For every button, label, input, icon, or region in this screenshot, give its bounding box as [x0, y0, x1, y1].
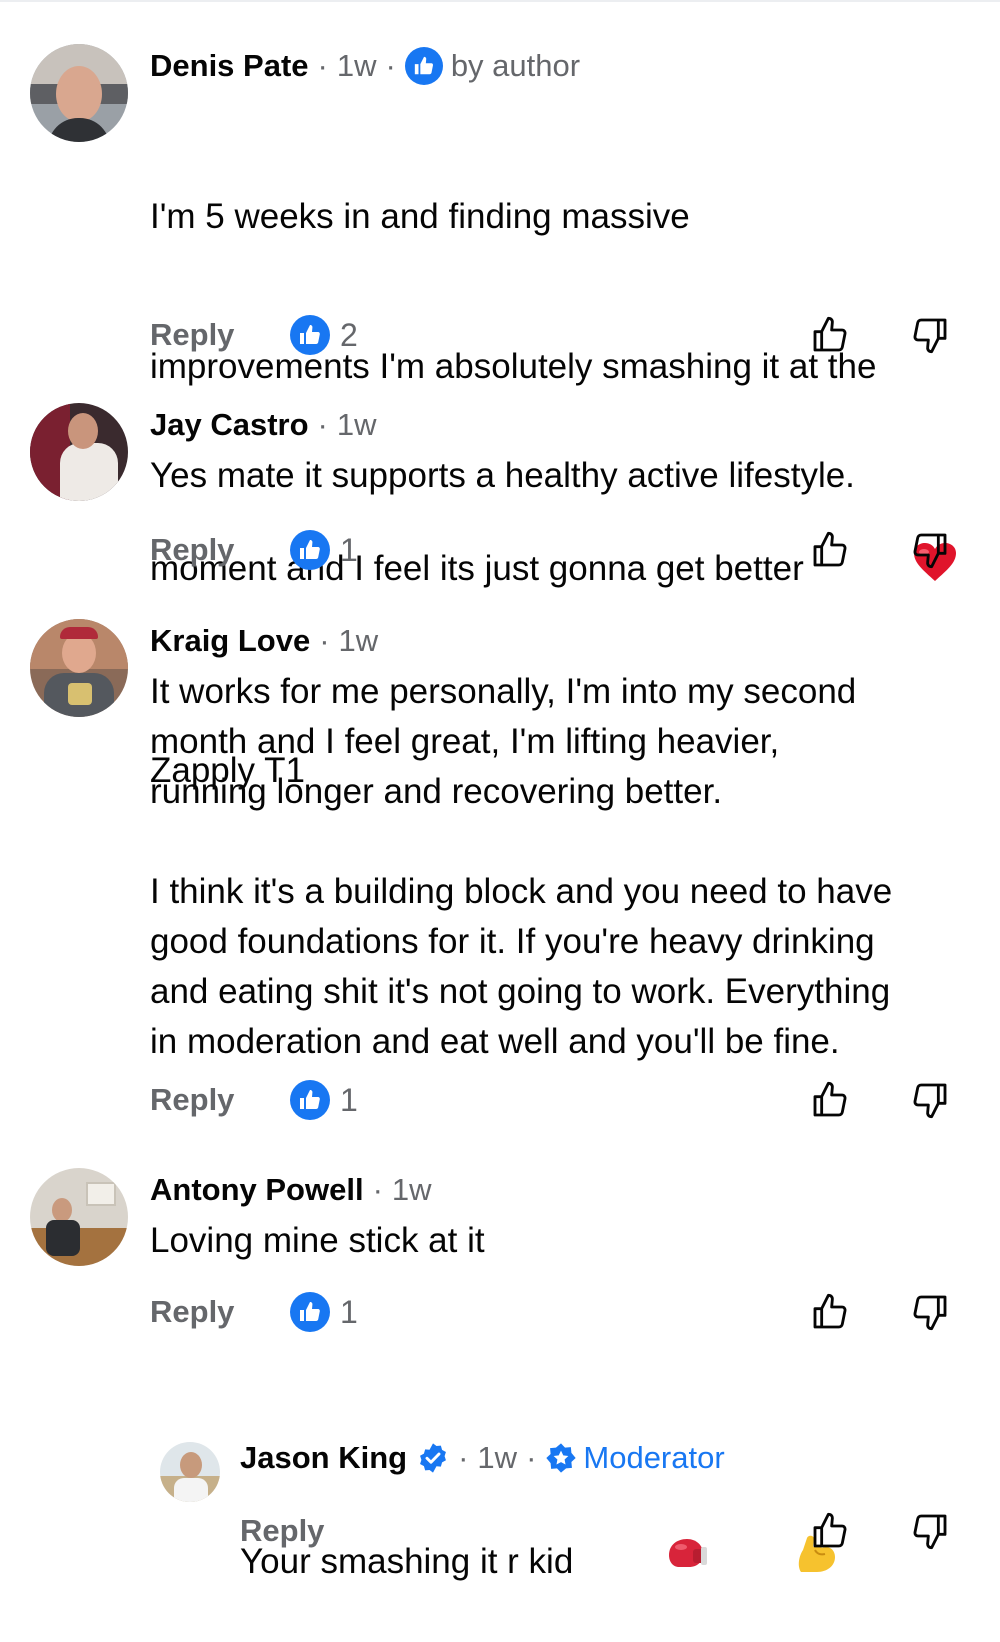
avatar[interactable] — [30, 1168, 128, 1266]
moderator-label: Moderator — [583, 1440, 725, 1475]
avatar[interactable] — [30, 44, 128, 142]
upvote-button[interactable] — [808, 1509, 852, 1553]
downvote-button[interactable] — [908, 313, 952, 357]
reply-author[interactable]: Jason King — [240, 1436, 407, 1480]
avatar[interactable] — [30, 619, 128, 717]
comment-author[interactable]: Antony Powell — [150, 1168, 364, 1212]
reply-button[interactable]: Reply — [150, 1294, 290, 1330]
thumbs-up-icon — [290, 1080, 330, 1120]
upvote-button[interactable] — [808, 1290, 852, 1334]
like-count-value: 1 — [340, 1081, 358, 1118]
comment-time[interactable]: 1w — [392, 1168, 432, 1212]
separator-dot: · — [317, 48, 328, 83]
comment-author[interactable]: Jay Castro — [150, 403, 309, 447]
by-author-label: by author — [450, 48, 581, 83]
thumbs-up-icon — [290, 1292, 330, 1332]
upvote-button[interactable] — [808, 1078, 852, 1122]
thumbs-up-icon — [290, 530, 330, 570]
separator-dot: · — [317, 407, 328, 442]
reply-button[interactable]: Reply — [240, 1513, 380, 1549]
like-count[interactable]: 1 — [290, 1292, 358, 1332]
comment-author[interactable]: Denis Pate — [150, 44, 309, 88]
comment-time[interactable]: 1w — [339, 619, 379, 663]
like-count[interactable]: 1 — [290, 530, 358, 570]
reply-time[interactable]: 1w — [477, 1436, 517, 1480]
comment-time[interactable]: 1w — [337, 403, 377, 447]
like-count-value: 1 — [340, 531, 358, 568]
like-count-value: 2 — [340, 316, 358, 353]
top-divider — [0, 0, 1000, 2]
reply-button[interactable]: Reply — [150, 317, 290, 353]
comment-text: Loving mine stick at it — [150, 1221, 485, 1260]
downvote-button[interactable] — [908, 1078, 952, 1122]
comment-text: It works for me personally, I'm into my … — [150, 672, 893, 1061]
avatar[interactable] — [160, 1442, 220, 1502]
separator-dot: · — [385, 48, 396, 83]
comment-text: Yes mate it supports a healthy active li… — [150, 456, 855, 495]
downvote-button[interactable] — [908, 528, 952, 572]
comment-text-line: I'm 5 weeks in and finding massive — [150, 197, 690, 236]
verified-badge-icon — [417, 1442, 449, 1474]
by-author-badge: by author — [404, 44, 581, 88]
comment-time[interactable]: 1w — [337, 44, 377, 88]
reply-button[interactable]: Reply — [150, 532, 290, 568]
avatar[interactable] — [30, 403, 128, 501]
comment-author[interactable]: Kraig Love — [150, 619, 310, 663]
thumbs-up-icon — [290, 315, 330, 355]
moderator-badge: Moderator — [545, 1436, 725, 1480]
like-count[interactable]: 1 — [290, 1080, 358, 1120]
thumbs-up-icon — [404, 47, 443, 85]
separator-dot: · — [458, 1440, 469, 1475]
separator-dot: · — [526, 1440, 537, 1475]
downvote-button[interactable] — [908, 1290, 952, 1334]
separator-dot: · — [319, 623, 330, 658]
downvote-button[interactable] — [908, 1509, 952, 1553]
like-count[interactable]: 2 — [290, 315, 358, 355]
upvote-button[interactable] — [808, 313, 852, 357]
like-count-value: 1 — [340, 1293, 358, 1330]
moderator-star-icon — [545, 1442, 577, 1474]
upvote-button[interactable] — [808, 528, 852, 572]
reply-button[interactable]: Reply — [150, 1082, 290, 1118]
separator-dot: · — [372, 1172, 383, 1207]
